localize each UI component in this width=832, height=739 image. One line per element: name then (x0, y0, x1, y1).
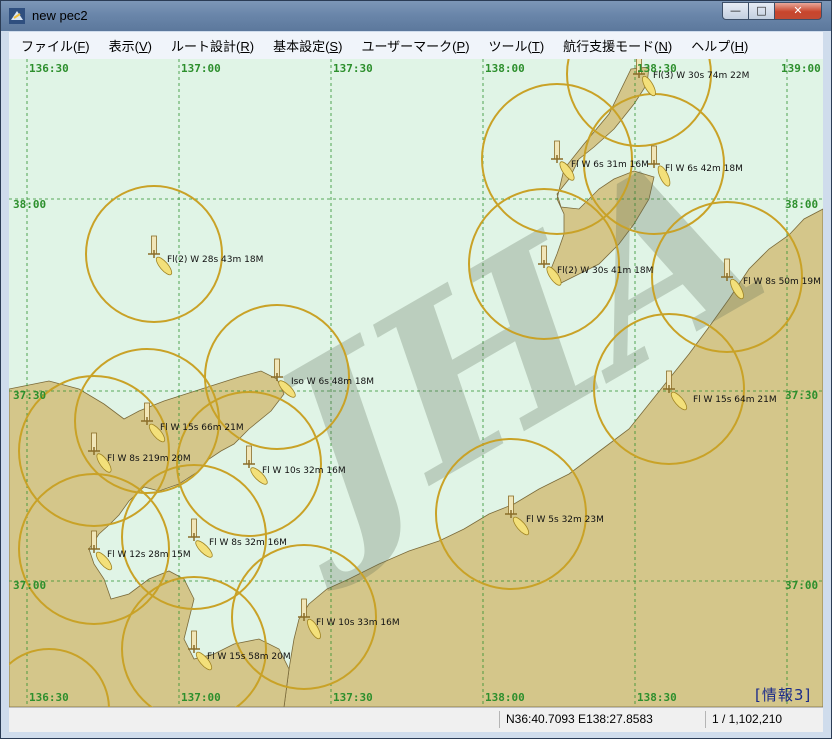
menu-file[interactable]: ファイル(F) (9, 36, 97, 55)
menu-route-key: R (240, 39, 250, 54)
lon-label-top-5: 138:30 (637, 62, 677, 75)
menu-route-suffix: ) (249, 39, 255, 54)
light-characteristic-label: Fl W 15s 58m 20M (207, 652, 291, 662)
status-bar: N36:40.7093 E138:27.8583 1 / 1,102,210 (9, 707, 823, 732)
light-characteristic-label: Fl W 6s 31m 16M (571, 160, 649, 170)
menu-file-label: ファイル( (21, 39, 78, 54)
menu-settings-suffix: ) (338, 39, 343, 54)
menu-usermark-suffix: ) (465, 39, 470, 54)
chart-map-view[interactable]: JHA Fl(3) W 30s 74m 22M Fl W 6s 31m 16M … (9, 59, 823, 707)
menu-help-key: H (734, 39, 744, 54)
lon-label-bottom-5: 138:30 (637, 691, 677, 704)
menu-nav-key: N (658, 39, 668, 54)
app-icon (9, 8, 25, 24)
light-characteristic-label: Iso W 6s 48m 18M (291, 377, 374, 387)
menu-basic-settings[interactable]: 基本設定(S) (261, 36, 349, 55)
lat-label-right-1: 38:00 (785, 198, 818, 211)
menu-tools-suffix: ) (539, 39, 545, 54)
light-characteristic-label: Fl(2) W 28s 43m 18M (167, 255, 263, 265)
menu-navigation-support[interactable]: 航行支援モード(N) (551, 36, 679, 55)
map-scale: 1 / 1,102,210 (705, 711, 822, 728)
menu-route-design[interactable]: ルート設計(R) (159, 36, 261, 55)
menu-settings-key: S (329, 39, 339, 54)
lon-label-top-6: 139:00 (781, 62, 821, 75)
light-characteristic-label: Fl W 8s 50m 19M (743, 277, 821, 287)
window-title: new pec2 (32, 8, 88, 23)
menu-help-label: ヘルプ( (691, 39, 735, 54)
menu-usermark-key: P (456, 39, 466, 54)
lat-label-right-3: 37:00 (785, 579, 818, 592)
light-characteristic-label: Fl W 6s 42m 18M (665, 164, 743, 174)
menu-route-label: ルート設計( (171, 39, 241, 54)
lon-label-bottom-1: 136:30 (29, 691, 69, 704)
lon-label-top-4: 138:00 (485, 62, 525, 75)
light-characteristic-label: Fl W 12s 28m 15M (107, 550, 191, 560)
menu-tools[interactable]: ツール(T) (477, 36, 552, 55)
minimize-button[interactable]: — (722, 2, 749, 20)
menu-tools-key: T (531, 39, 540, 54)
light-characteristic-label: Fl W 8s 219m 20M (107, 454, 191, 464)
lon-label-top-2: 137:00 (181, 62, 221, 75)
light-characteristic-label: Fl W 8s 32m 16M (209, 538, 287, 548)
cursor-coordinates: N36:40.7093 E138:27.8583 (499, 711, 700, 728)
title-bar[interactable]: new pec2 — □ ✕ (1, 1, 831, 31)
lon-label-top-1: 136:30 (29, 62, 69, 75)
lat-label-left-2: 37:30 (13, 389, 46, 402)
menu-view-label: 表示( (108, 39, 139, 54)
menu-settings-label: 基本設定( (273, 39, 330, 54)
maximize-button[interactable]: □ (748, 2, 775, 20)
menu-bar: ファイル(F) 表示(V) ルート設計(R) 基本設定(S) ユーザーマーク(P… (9, 32, 823, 59)
menu-tools-label: ツール( (488, 39, 532, 54)
app-window: new pec2 — □ ✕ ファイル(F) 表示(V) ルート設計(R) 基本… (0, 0, 832, 739)
close-button[interactable]: ✕ (774, 2, 822, 20)
light-characteristic-label: Fl W 15s 66m 21M (160, 423, 244, 433)
menu-view-suffix: ) (147, 39, 152, 54)
light-characteristic-label: Fl W 15s 64m 21M (693, 395, 777, 405)
menu-user-mark[interactable]: ユーザーマーク(P) (349, 36, 476, 55)
menu-file-suffix: ) (85, 39, 90, 54)
menu-nav-suffix: ) (667, 39, 673, 54)
lon-label-bottom-4: 138:00 (485, 691, 525, 704)
nautical-chart[interactable]: JHA Fl(3) W 30s 74m 22MFl W 6s 31m 16M F… (9, 59, 823, 707)
menu-view-key: V (138, 39, 148, 54)
lat-label-left-3: 37:00 (13, 579, 46, 592)
menu-usermark-label: ユーザーマーク( (361, 39, 457, 54)
light-characteristic-label: Fl W 10s 32m 16M (262, 466, 346, 476)
menu-help-suffix: ) (743, 39, 749, 54)
lon-label-top-3: 137:30 (333, 62, 373, 75)
lon-label-bottom-3: 137:30 (333, 691, 373, 704)
info-layer-label[interactable]: [情報3] (755, 684, 811, 705)
light-characteristic-label: Fl(2) W 30s 41m 18M (557, 266, 653, 276)
light-characteristic-label: Fl W 10s 33m 16M (316, 618, 400, 628)
lat-label-right-2: 37:30 (785, 389, 818, 402)
menu-help[interactable]: ヘルプ(H) (679, 36, 755, 55)
light-characteristic-label: Fl W 5s 32m 23M (526, 515, 604, 525)
menu-view[interactable]: 表示(V) (97, 36, 159, 55)
lat-label-left-1: 38:00 (13, 198, 46, 211)
lon-label-bottom-2: 137:00 (181, 691, 221, 704)
menu-nav-label: 航行支援モード( (563, 39, 659, 54)
